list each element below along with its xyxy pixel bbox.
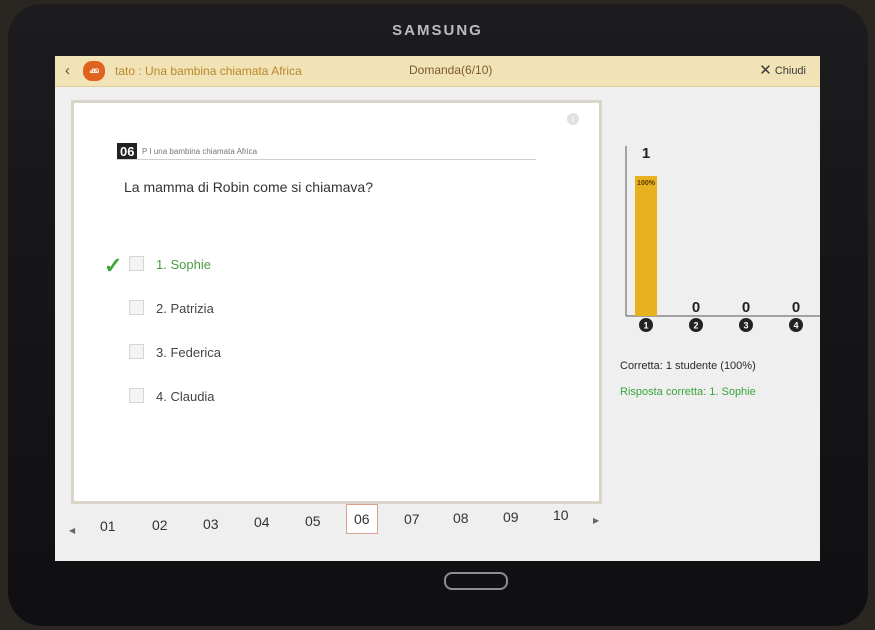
- correct-answer-text: Risposta corretta: 1. Sophie: [620, 386, 756, 398]
- option-label: 4. Claudia: [156, 389, 215, 404]
- prev-page-icon[interactable]: ◀: [69, 526, 75, 535]
- close-label: Chiudi: [774, 65, 806, 77]
- answer-option-2[interactable]: 2. Patrizia: [129, 300, 214, 316]
- bar-1: [635, 176, 657, 316]
- page-01[interactable]: 01: [100, 518, 116, 534]
- results-bar-chart: 1 100% 1 0 2 0 3 0 4: [625, 145, 820, 332]
- divider: [117, 159, 536, 160]
- next-page-icon[interactable]: ▶: [593, 516, 599, 525]
- option-label: 3. Federica: [156, 345, 222, 360]
- page-10[interactable]: 10: [553, 507, 569, 523]
- page-03[interactable]: 03: [203, 516, 219, 532]
- question-card: i 06 P I una bambina chiamata Africa La …: [71, 100, 602, 504]
- option-label: 1. Sophie: [156, 257, 211, 272]
- question-pager: ◀ 01 02 03 04 05 06 07 08 09 10 ▶: [55, 500, 615, 540]
- option-label: 2. Patrizia: [156, 301, 214, 316]
- page-09[interactable]: 09: [503, 509, 519, 525]
- page-07[interactable]: 07: [404, 511, 420, 527]
- page-06-current[interactable]: 06: [346, 504, 378, 534]
- category-label-2: 2: [693, 321, 698, 331]
- close-button[interactable]: ✕ Chiudi: [759, 61, 806, 79]
- page-02[interactable]: 02: [152, 517, 168, 533]
- checkbox[interactable]: [129, 344, 144, 359]
- app-logo-icon: ക്ക: [83, 61, 105, 81]
- question-number: 06: [117, 143, 138, 160]
- home-button[interactable]: [444, 572, 508, 590]
- bar-percent-label-1: 100%: [637, 180, 656, 187]
- back-arrow-icon[interactable]: ‹: [65, 62, 70, 79]
- answer-option-1[interactable]: 1. Sophie: [129, 256, 211, 272]
- question-source: P I una bambina chiamata Africa: [142, 147, 258, 156]
- bar-value-label-1: 1: [642, 145, 650, 162]
- lesson-title: tato : Una bambina chiamata Africa: [115, 64, 302, 78]
- answer-option-4[interactable]: 4. Claudia: [129, 388, 215, 404]
- correct-checkmark-icon: ✓: [104, 253, 123, 278]
- page-08[interactable]: 08: [453, 510, 469, 526]
- question-counter: Domanda(6/10): [409, 63, 493, 77]
- checkbox[interactable]: [129, 388, 144, 403]
- checkbox[interactable]: [129, 256, 144, 271]
- bar-value-label-3: 0: [742, 299, 750, 316]
- category-label-1: 1: [643, 321, 648, 331]
- question-text: La mamma di Robin come si chiamava?: [124, 179, 373, 195]
- page-04[interactable]: 04: [254, 514, 270, 530]
- bar-value-label-4: 0: [792, 299, 800, 316]
- category-label-3: 3: [743, 321, 748, 331]
- close-icon: ✕: [759, 62, 772, 79]
- correct-count-text: Corretta: 1 studente (100%): [620, 360, 756, 372]
- answer-option-3[interactable]: 3. Federica: [129, 344, 221, 360]
- bar-value-label-2: 0: [692, 299, 700, 316]
- header-bar: ‹ ക്ക tato : Una bambina chiamata Africa…: [55, 56, 820, 87]
- checkbox[interactable]: [129, 300, 144, 315]
- category-label-4: 4: [793, 321, 798, 331]
- info-icon[interactable]: i: [567, 113, 579, 125]
- page-05[interactable]: 05: [305, 513, 321, 529]
- app-screen: ‹ ക്ക tato : Una bambina chiamata Africa…: [55, 56, 820, 561]
- device-brand: SAMSUNG: [392, 22, 483, 39]
